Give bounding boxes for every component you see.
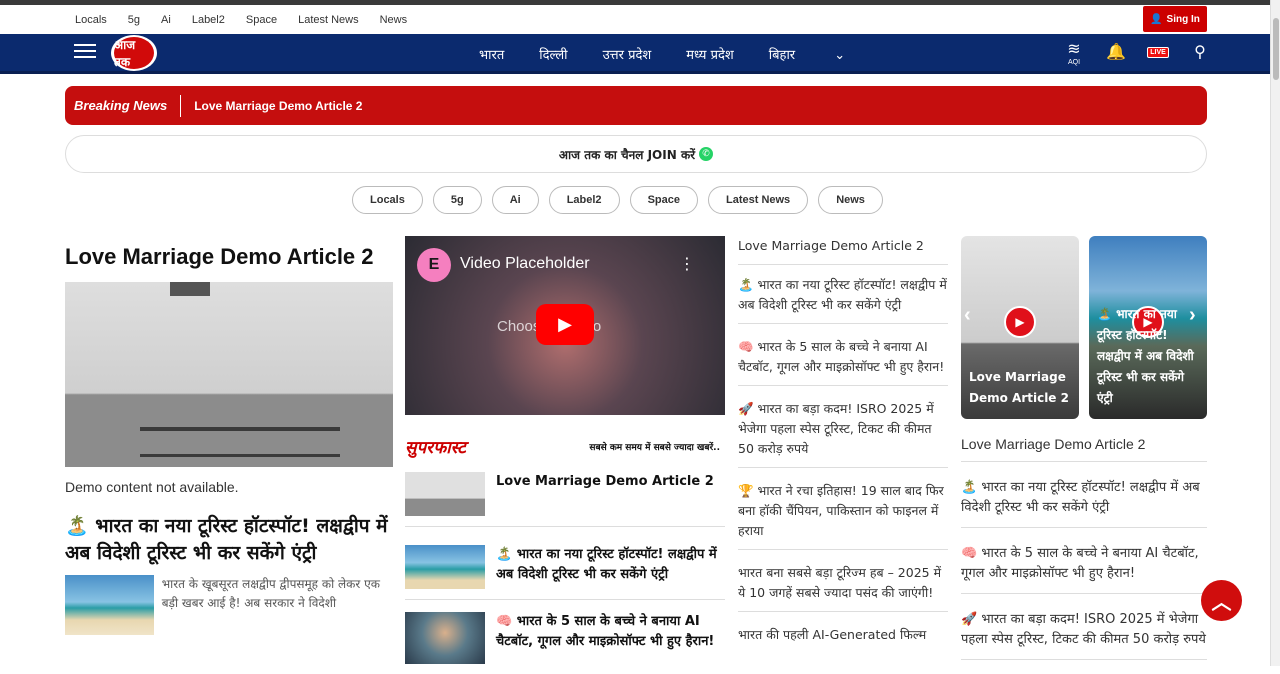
story-title[interactable]: 🏝️ भारत का नया टूरिस्ट हॉटस्पॉट! लक्षद्व… (65, 513, 393, 567)
list-item[interactable]: 🧠 भारत के 5 साल के बच्चे ने बनाया AI चैट… (405, 600, 725, 674)
superfast-logo[interactable]: सुपरफास्ट (405, 435, 466, 458)
elementor-logo: E (417, 248, 451, 282)
headline-item[interactable]: 🏝️ भारत का नया टूरिस्ट हॉटस्पॉट! लक्षद्व… (738, 265, 948, 324)
top-link-label2[interactable]: Label2 (192, 14, 225, 26)
sign-in-button[interactable]: 👤 Sing In (1143, 6, 1207, 32)
story-image[interactable] (65, 575, 154, 635)
top-link-space[interactable]: Space (246, 14, 277, 26)
list-item[interactable]: Love Marriage Demo Article 2 (405, 465, 725, 527)
headline-item[interactable]: Love Marriage Demo Article 2 (738, 236, 948, 265)
list-item-thumbnail (405, 612, 485, 664)
headline-item[interactable]: 🚀 भारत का बड़ा कदम! ISRO 2025 में भेजेगा… (738, 386, 948, 468)
join-channel-text: आज तक का चैनल JOIN करें (558, 147, 696, 162)
chip-locals[interactable]: Locals (352, 186, 423, 214)
scrollbar-thumb[interactable] (1273, 18, 1279, 80)
category-chips: Locals 5g Ai Label2 Space Latest News Ne… (352, 186, 893, 214)
aqi-button[interactable]: ≋ AQI (1062, 39, 1086, 66)
chip-latest-news[interactable]: Latest News (707, 186, 809, 214)
chevron-down-icon: ⌄ (834, 48, 846, 63)
sign-in-label: Sing In (1166, 13, 1200, 25)
superfast-header: सुपरफास्ट सबसे कम समय में सबसे ज्यादा खब… (405, 427, 725, 465)
list-item[interactable]: 🏝️ भारत का नया टूरिस्ट हॉटस्पॉट! लक्षद्व… (405, 527, 725, 600)
carousel-card-title: Love Marriage Demo Article 2 (969, 370, 1069, 405)
video-title: Video Placeholder (460, 255, 590, 272)
play-button[interactable]: ▶ (536, 304, 594, 345)
scroll-to-top-button[interactable]: ︿ (1201, 580, 1242, 621)
lead-article-title[interactable]: Love Marriage Demo Article 2 (65, 241, 393, 272)
story-excerpt: भारत के खूबसूरत लक्षद्वीप द्वीपसमूह को ल… (161, 577, 380, 610)
carousel-card-title: 🏝️ भारत का नया टूरिस्ट हॉटस्पॉट! लक्षद्व… (1097, 307, 1194, 405)
headline-item[interactable]: भारत की पहली AI-Generated फिल्म (738, 612, 948, 653)
chip-news[interactable]: News (818, 186, 883, 214)
search-icon[interactable]: ⚲ (1188, 39, 1212, 65)
headline-item[interactable]: 🏝️ भारत का नया टूरिस्ट हॉटस्पॉट! लक्षद्व… (961, 462, 1207, 528)
list-item-title[interactable]: 🧠 भारत के 5 साल के बच्चे ने बनाया AI चैट… (496, 612, 725, 664)
top-link-locals[interactable]: Locals (75, 14, 107, 26)
live-tv-button[interactable]: LIVE (1146, 39, 1170, 65)
aqi-label: AQI (1067, 58, 1081, 66)
top-link-news[interactable]: News (380, 14, 408, 26)
chevron-right-icon[interactable]: › (1189, 304, 1196, 327)
headline-item[interactable]: 🧠 भारत के 5 साल के बच्चे ने बनाया AI चैट… (961, 528, 1207, 594)
right-column: ▶ Love Marriage Demo Article 2 ▶ 🏝️ भारत… (961, 236, 1207, 660)
top-links-bar: Locals 5g Ai Label2 Space Latest News Ne… (0, 5, 1270, 34)
nav-item-uttar-pradesh[interactable]: उत्तर प्रदेश (603, 45, 652, 63)
lead-column: Love Marriage Demo Article 2 Demo conten… (65, 241, 393, 635)
superfast-tagline: सबसे कम समय में सबसे ज्यादा खबरें.. (589, 442, 720, 453)
breaking-news-text[interactable]: Love Marriage Demo Article 2 (194, 99, 362, 113)
list-item-thumbnail (405, 545, 485, 589)
video-column: E Video Placeholder ⋮ Choose a video ▶ स… (405, 236, 725, 674)
carousel-card[interactable]: ▶ Love Marriage Demo Article 2 (961, 236, 1079, 419)
chip-label2[interactable]: Label2 (548, 186, 620, 214)
nav-item-bihar-label: बिहार (768, 48, 796, 63)
list-item-title[interactable]: Love Marriage Demo Article 2 (496, 472, 714, 516)
headline-item[interactable]: भारत बना सबसे बड़ा टूरिज्म हब – 2025 में… (738, 550, 948, 612)
story-block[interactable]: भारत के खूबसूरत लक्षद्वीप द्वीपसमूह को ल… (65, 575, 393, 635)
logo-text: आज तक (114, 37, 154, 69)
chevron-left-icon[interactable]: ‹ (964, 304, 971, 327)
headline-list: Love Marriage Demo Article 2 🏝️ भारत का … (738, 236, 948, 653)
page-scrollbar[interactable] (1270, 0, 1280, 666)
nav-item-bharat[interactable]: भारत (479, 45, 504, 63)
video-player[interactable]: E Video Placeholder ⋮ Choose a video ▶ (405, 236, 725, 415)
top-link-5g[interactable]: 5g (128, 14, 140, 26)
headline-item[interactable]: 🏆 भारत ने रचा इतिहास! 19 साल बाद फिर बना… (738, 468, 948, 550)
whatsapp-icon: ✆ (699, 147, 714, 161)
list-item-thumbnail (405, 472, 485, 516)
nav-item-delhi[interactable]: दिल्ली (539, 45, 567, 63)
bell-icon[interactable]: 🔔 (1104, 39, 1128, 65)
play-icon: ▶ (1004, 306, 1036, 338)
carousel-card[interactable]: ▶ 🏝️ भारत का नया टूरिस्ट हॉटस्पॉट! लक्षद… (1089, 236, 1207, 419)
headline-item[interactable]: 🚀 भारत का बड़ा कदम! ISRO 2025 में भेजेगा… (961, 594, 1207, 660)
user-icon: 👤 (1150, 13, 1163, 25)
headline-item[interactable]: 🧠 भारत के 5 साल के बच्चे ने बनाया AI चैट… (738, 324, 948, 386)
top-link-latest-news[interactable]: Latest News (298, 14, 359, 26)
top-link-ai[interactable]: Ai (161, 14, 171, 26)
play-icon: ▶ (558, 314, 572, 334)
lead-article-demo-text: Demo content not available. (65, 479, 239, 495)
breaking-news-label: Breaking News (65, 94, 182, 117)
chip-ai[interactable]: Ai (491, 186, 539, 214)
live-tv-icon: LIVE (1147, 46, 1169, 58)
right-column-headline[interactable]: Love Marriage Demo Article 2 (961, 436, 1207, 462)
more-options-icon[interactable]: ⋮ (679, 254, 695, 274)
join-channel-banner[interactable]: आज तक का चैनल JOIN करें ✆ (65, 135, 1207, 173)
main-navbar: आज तक भारत दिल्ली उत्तर प्रदेश मध्य प्रद… (0, 34, 1270, 74)
nav-item-bihar[interactable]: बिहार ⌄ (769, 45, 880, 63)
list-item-title[interactable]: 🏝️ भारत का नया टूरिस्ट हॉटस्पॉट! लक्षद्व… (496, 545, 725, 589)
site-logo[interactable]: आज तक (111, 35, 157, 71)
video-carousel: ▶ Love Marriage Demo Article 2 ▶ 🏝️ भारत… (961, 236, 1207, 419)
chip-space[interactable]: Space (629, 186, 698, 214)
nav-item-madhya-pradesh[interactable]: मध्य प्रदेश (686, 45, 733, 63)
hamburger-icon[interactable] (74, 44, 96, 58)
chevron-up-icon: ︿ (1211, 592, 1232, 614)
breaking-news-bar[interactable]: Breaking News Love Marriage Demo Article… (65, 86, 1207, 125)
chip-5g[interactable]: 5g (432, 186, 482, 214)
lead-article-image[interactable] (65, 282, 393, 467)
aqi-icon: ≋ (1067, 40, 1081, 58)
